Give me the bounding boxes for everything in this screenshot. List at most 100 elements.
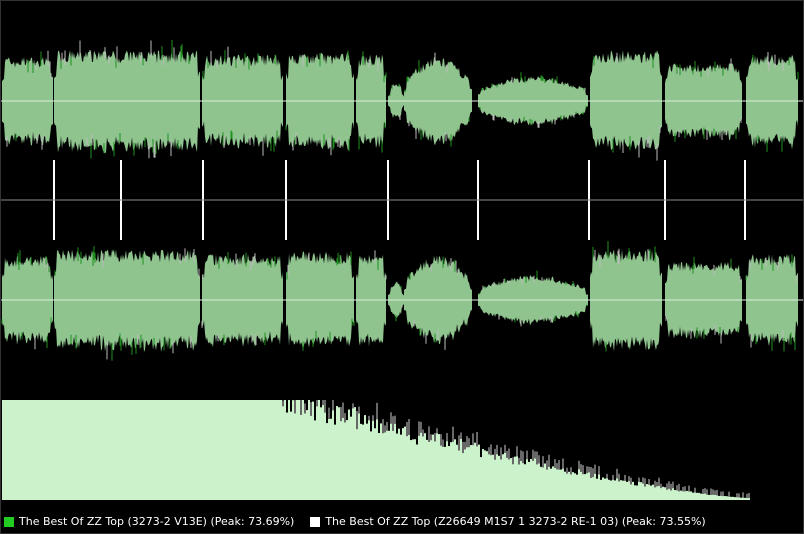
spectrum-bar [598, 474, 600, 500]
spectrum-bar [92, 400, 94, 500]
spectrum-bar [462, 453, 464, 500]
spectrum-bar [470, 445, 472, 500]
spectrum-bar [254, 400, 256, 500]
spectrum-bar [94, 400, 96, 500]
spectrum-bar [420, 432, 422, 500]
spectrum-bar [72, 400, 74, 500]
spectrum-bar [264, 400, 266, 500]
spectrum-bar [308, 400, 310, 500]
spectrum-bar [184, 400, 186, 500]
spectrum-bar [534, 458, 536, 500]
spectrum-bar [350, 416, 352, 500]
spectrum-bar [410, 440, 412, 500]
spectrum-bar [110, 400, 112, 500]
spectrum-bar [398, 428, 400, 500]
spectrum-bar [646, 484, 648, 500]
spectrum-bar [490, 455, 492, 500]
spectrum-bar [530, 458, 532, 500]
spectrum-bar [746, 497, 748, 500]
spectrum-bar [604, 478, 606, 500]
spectrum-bar [440, 445, 442, 500]
spectrum-bar [434, 441, 436, 500]
spectrum-bar [412, 439, 414, 500]
spectrum-bar [2, 400, 4, 500]
spectrum-bar [302, 400, 304, 500]
spectrum-bar [500, 459, 502, 500]
spectrum-bar [222, 400, 224, 500]
spectrum-bar [554, 467, 556, 500]
spectrum-bar [312, 401, 314, 500]
spectrum-bar [12, 400, 14, 500]
spectrum-bar [24, 400, 26, 500]
spectrum-bar [550, 468, 552, 500]
spectrum-bar [472, 445, 474, 500]
spectrum-panel [2, 400, 750, 500]
spectrum-bar [44, 400, 46, 500]
spectrum-bar [54, 400, 56, 500]
spectrum-bar [352, 408, 354, 500]
spectrum-bar [328, 418, 330, 500]
spectrum-bar [334, 424, 336, 500]
spectrum-bar [26, 400, 28, 500]
spectrum-bar [50, 400, 52, 500]
spectrum-bar [662, 486, 664, 500]
spectrum-bar [346, 420, 348, 500]
spectrum-bar [508, 459, 510, 500]
spectrum-bar [680, 490, 682, 500]
spectrum-bar [682, 491, 684, 500]
spectrum-bar [76, 400, 78, 500]
waveform-channel-left [0, 39, 804, 161]
spectrum-bar [614, 480, 616, 500]
spectrum-bar [162, 400, 164, 500]
spectrum-bar [304, 413, 306, 500]
spectrum-bar [138, 400, 140, 500]
spectrum-bar [726, 496, 728, 500]
spectrum-bar [86, 400, 88, 500]
spectrum-bar [134, 400, 136, 500]
spectrum-bar [376, 419, 378, 500]
spectrum-bar [616, 478, 618, 500]
spectrum-bar [660, 488, 662, 500]
spectrum-bar [608, 479, 610, 500]
spectrum-bar [48, 400, 50, 500]
spectrum-bar [694, 492, 696, 500]
spectrum-bar [290, 411, 292, 500]
spectrum-bar [362, 424, 364, 500]
spectrum-bar [430, 440, 432, 500]
spectrum-bar [14, 400, 16, 500]
spectrum-bar [684, 491, 686, 500]
spectrum-bar [130, 400, 132, 500]
spectrum-bar [262, 400, 264, 500]
spectrum-bar [142, 400, 144, 500]
spectrum-bar [518, 464, 520, 500]
spectrum-bar [280, 400, 282, 500]
spectrum-bar [198, 400, 200, 500]
spectrum-bar [204, 400, 206, 500]
spectrum-bar [218, 400, 220, 500]
spectrum-bar [380, 423, 382, 500]
spectrum-bar [390, 423, 392, 500]
spectrum-bar [382, 433, 384, 500]
spectrum-bar [270, 400, 272, 500]
spectrum-bar [600, 479, 602, 500]
spectrum-bar [306, 410, 308, 500]
spectrum-bar [248, 400, 250, 500]
spectrum-bar [272, 400, 274, 500]
spectrum-bar [176, 400, 178, 500]
waveform-segment [202, 54, 283, 149]
spectrum-bar [78, 400, 80, 500]
spectrum-bar [216, 400, 218, 500]
spectrum-bar [464, 449, 466, 500]
spectrum-bar [340, 421, 342, 500]
spectrum-bar [212, 400, 214, 500]
spectrum-bar [58, 400, 60, 500]
spectrum-bar [234, 400, 236, 500]
spectrum-bar [628, 481, 630, 500]
spectrum-bar [432, 434, 434, 500]
spectrum-bar [200, 400, 202, 500]
spectrum-bar [246, 400, 248, 500]
spectrum-bar [260, 400, 262, 500]
spectrum-bar [372, 420, 374, 500]
spectrum-bar [154, 400, 156, 500]
spectrum-bar [456, 444, 458, 500]
